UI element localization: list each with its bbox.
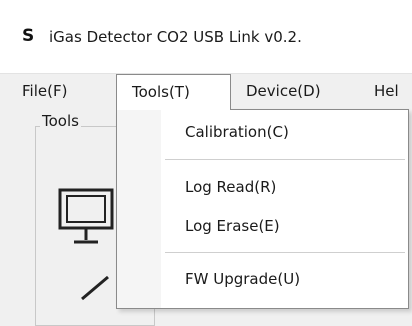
menu-item-log-erase[interactable]: Log Erase(E) <box>185 216 280 236</box>
partial-icon <box>81 275 109 301</box>
menu-icon-gutter <box>117 110 161 308</box>
menu-item-log-read[interactable]: Log Read(R) <box>185 177 276 197</box>
tools-dropdown-menu: Calibration(C) Log Read(R) Log Erase(E) … <box>116 109 409 309</box>
window-title: iGas Detector CO2 USB Link v0.2. <box>49 28 302 46</box>
menu-item-fw-upgrade[interactable]: FW Upgrade(U) <box>185 269 300 289</box>
menu-device[interactable]: Device(D) <box>246 74 321 109</box>
menu-help[interactable]: Hel <box>374 74 399 109</box>
menu-tools[interactable]: Tools(T) <box>116 74 231 110</box>
menu-separator <box>165 159 405 160</box>
monitor-icon[interactable] <box>58 186 118 248</box>
app-icon: S <box>22 26 35 46</box>
menu-file[interactable]: File(F) <box>22 74 67 109</box>
menu-separator <box>165 252 405 253</box>
tools-groupbox-title: Tools <box>40 111 81 131</box>
menu-item-calibration[interactable]: Calibration(C) <box>185 122 289 142</box>
title-bar: S iGas Detector CO2 USB Link v0.2. <box>0 0 412 74</box>
